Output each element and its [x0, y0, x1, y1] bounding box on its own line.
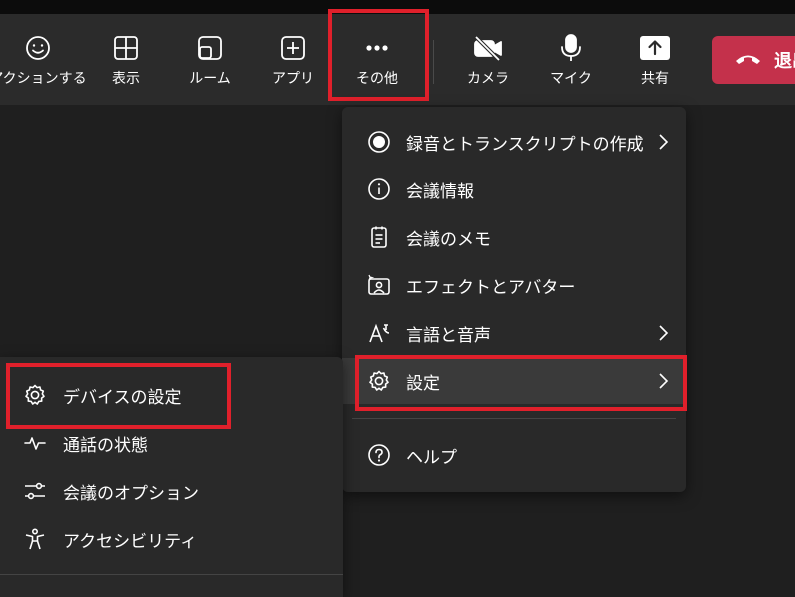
- menu-item-meeting-info-label: 会議情報: [406, 181, 474, 202]
- leave-label: 退出: [774, 51, 795, 72]
- grid-icon: [112, 34, 140, 62]
- record-icon: [366, 129, 392, 155]
- settings-item-highlight: [355, 355, 687, 411]
- language-icon: [366, 320, 392, 346]
- apps-button[interactable]: アプリ: [263, 14, 323, 105]
- accessibility-icon: [22, 526, 48, 552]
- reactions-label: アクションする: [0, 71, 87, 87]
- more-options-menu: 録音とトランスクリプトの作成 会議情報 会議のメモ エフェクトとアバター 言語と…: [342, 107, 686, 492]
- reactions-button[interactable]: アクションする: [0, 14, 87, 105]
- view-button[interactable]: 表示: [96, 14, 156, 105]
- submenu-item-meeting-options[interactable]: 会議のオプション: [0, 468, 343, 514]
- rooms-label: ルーム: [189, 71, 231, 87]
- submenu-item-accessibility-label: アクセシビリティ: [63, 531, 198, 552]
- help-icon: [366, 442, 392, 468]
- menu-item-language[interactable]: 言語と音声: [342, 310, 686, 356]
- submenu-divider: [0, 574, 343, 575]
- rooms-button[interactable]: ルーム: [180, 14, 240, 105]
- submenu-item-accessibility[interactable]: アクセシビリティ: [0, 516, 343, 562]
- sliders-icon: [22, 478, 48, 504]
- menu-item-help[interactable]: ヘルプ: [342, 432, 686, 478]
- share-icon: [639, 34, 671, 62]
- effects-icon: [366, 272, 392, 298]
- submenu-item-call-health-label: 通話の状態: [63, 435, 148, 456]
- camera-off-icon: [472, 34, 504, 62]
- menu-item-recording-label: 録音とトランスクリプトの作成: [406, 134, 644, 155]
- menu-item-recording[interactable]: 録音とトランスクリプトの作成: [342, 119, 686, 165]
- more-button-highlight: [328, 9, 429, 101]
- info-icon: [366, 176, 392, 202]
- pulse-icon: [22, 430, 48, 456]
- notes-icon: [366, 224, 392, 250]
- chevron-right-icon: [659, 325, 669, 341]
- toolbar-separator: [433, 40, 434, 84]
- add-app-icon: [279, 34, 307, 62]
- share-button[interactable]: 共有: [625, 14, 685, 105]
- menu-divider: [352, 418, 676, 419]
- mic-label: マイク: [550, 71, 592, 87]
- camera-label: カメラ: [467, 71, 509, 87]
- leave-button[interactable]: 退出: [712, 36, 795, 84]
- smiley-icon: [24, 34, 52, 62]
- menu-item-language-label: 言語と音声: [406, 325, 491, 346]
- device-settings-highlight: [6, 363, 231, 429]
- apps-label: アプリ: [272, 71, 314, 87]
- rooms-icon: [196, 34, 224, 62]
- menu-item-meeting-notes[interactable]: 会議のメモ: [342, 214, 686, 260]
- hang-up-icon: [734, 51, 762, 70]
- share-label: 共有: [641, 71, 669, 87]
- menu-item-meeting-notes-label: 会議のメモ: [406, 229, 491, 250]
- chevron-right-icon: [659, 134, 669, 150]
- mic-icon: [557, 34, 585, 62]
- menu-item-effects[interactable]: エフェクトとアバター: [342, 262, 686, 308]
- camera-button[interactable]: カメラ: [458, 14, 518, 105]
- menu-item-meeting-info[interactable]: 会議情報: [342, 166, 686, 212]
- view-label: 表示: [112, 71, 140, 87]
- mic-button[interactable]: マイク: [541, 14, 601, 105]
- menu-item-help-label: ヘルプ: [406, 447, 457, 468]
- submenu-item-meeting-options-label: 会議のオプション: [63, 483, 199, 504]
- menu-item-effects-label: エフェクトとアバター: [406, 277, 576, 298]
